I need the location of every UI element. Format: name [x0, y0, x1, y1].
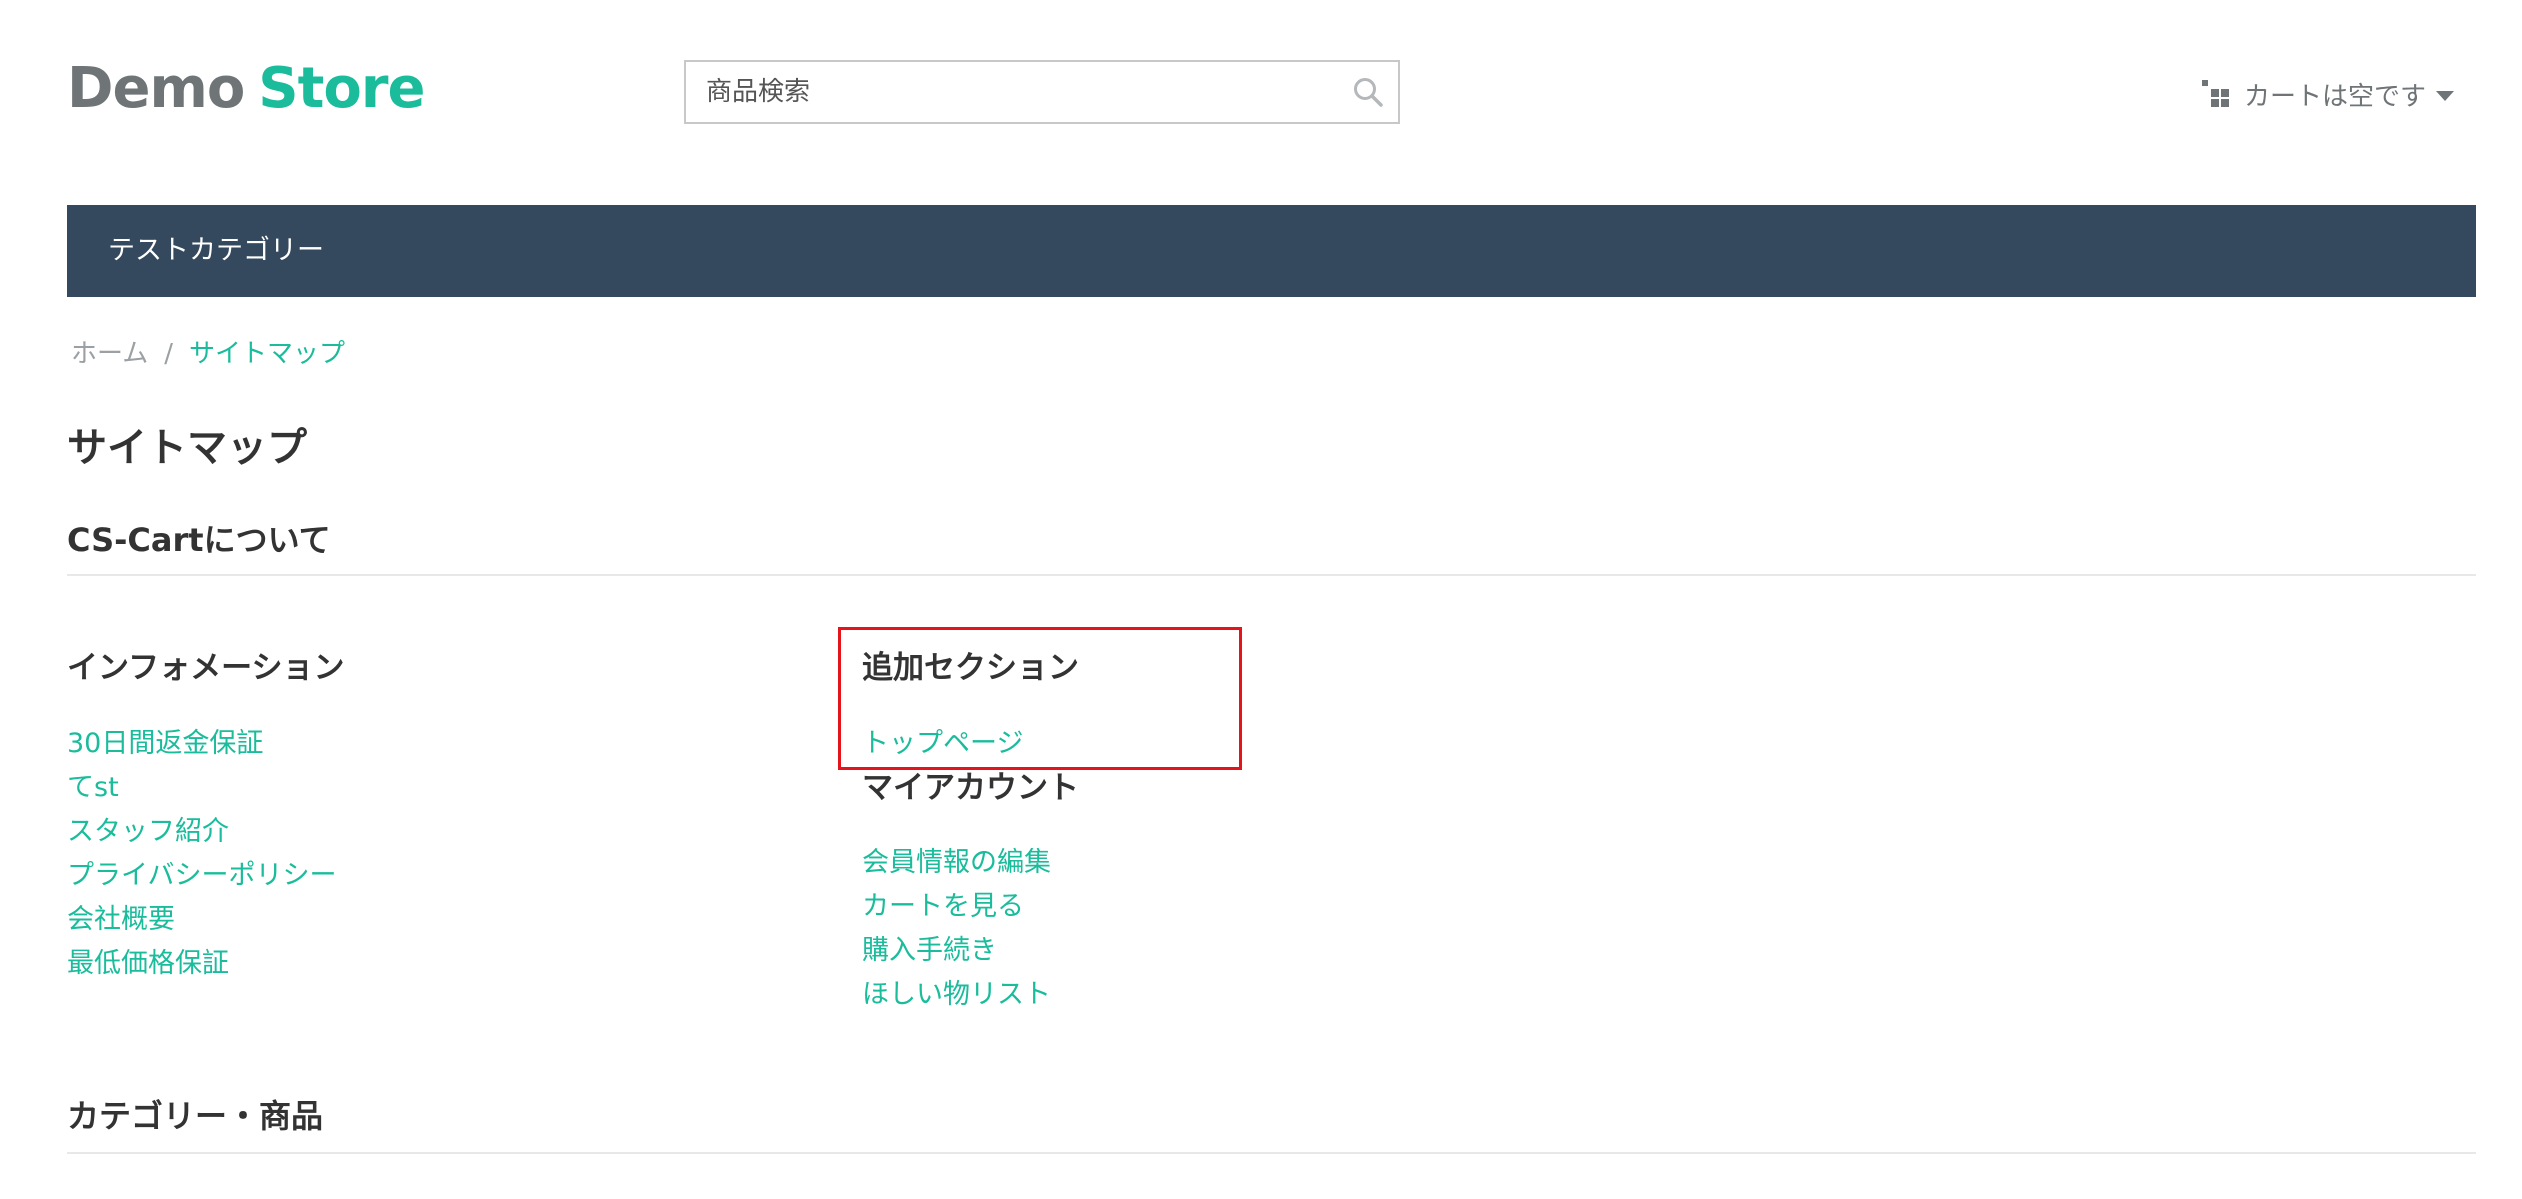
highlight-box	[838, 627, 1242, 770]
search-box	[684, 60, 1400, 124]
search-icon[interactable]	[1352, 76, 1384, 108]
sitemap-page: DemoStore カートは空です テストカテゴリー ホーム / サイトマップ サイ…	[0, 0, 2522, 1199]
cart-label: カートは空です	[2243, 81, 2426, 112]
section-heading-about: CS-Cartについて	[67, 521, 331, 559]
cart-dropdown[interactable]: カートは空です	[2201, 76, 2454, 112]
list-item: カートを見る	[862, 885, 1051, 929]
store-logo[interactable]: Demo Store	[67, 54, 425, 124]
link-edit-profile[interactable]: 会員情報の編集	[862, 847, 1051, 878]
section-heading-categories: カテゴリー・商品	[67, 1097, 324, 1135]
list-item: スタッフ紹介	[67, 810, 336, 854]
link-wishlist[interactable]: ほしい物リスト	[862, 979, 1051, 1010]
my-account-link-list: 会員情報の編集 カートを見る 購入手続き ほしい物リスト	[862, 841, 1051, 1017]
list-item: てst	[67, 766, 336, 810]
search-input[interactable]	[686, 62, 1326, 122]
list-item: プライバシーポリシー	[67, 854, 336, 898]
link-privacy[interactable]: プライバシーポリシー	[67, 860, 336, 891]
cart-grid-icon	[2201, 80, 2229, 107]
logo-word-store: Store	[258, 56, 425, 121]
information-link-list: 30日間返金保証 てst スタッフ紹介 プライバシーポリシー 会社概要 最低価格…	[67, 722, 336, 986]
breadcrumb: ホーム / サイトマップ	[71, 336, 345, 372]
list-item: 30日間返金保証	[67, 722, 336, 766]
menu-item-test-category[interactable]: テストカテゴリー	[108, 205, 324, 297]
section-divider-categories	[67, 1152, 2476, 1154]
list-item: 購入手続き	[862, 929, 1051, 973]
link-staff[interactable]: スタッフ紹介	[67, 816, 229, 847]
link-lowest-price[interactable]: 最低価格保証	[67, 948, 229, 979]
list-item: 会社概要	[67, 898, 336, 942]
section-divider-about	[67, 574, 2476, 576]
link-test[interactable]: てst	[67, 772, 119, 803]
breadcrumb-current: サイトマップ	[189, 339, 346, 369]
page-title: サイトマップ	[67, 425, 307, 471]
logo-word-demo: Demo	[67, 56, 245, 121]
list-item: 最低価格保証	[67, 942, 336, 986]
my-account-heading: マイアカウント	[862, 770, 1079, 806]
top-menu: テストカテゴリー	[67, 205, 2476, 297]
list-item: 会員情報の編集	[862, 841, 1051, 885]
caret-down-icon	[2436, 90, 2454, 101]
breadcrumb-separator: /	[164, 339, 173, 369]
information-heading: インフォメーション	[67, 650, 345, 686]
link-company[interactable]: 会社概要	[67, 904, 175, 935]
list-item: ほしい物リスト	[862, 973, 1051, 1017]
link-view-cart[interactable]: カートを見る	[862, 891, 1024, 922]
breadcrumb-home-link[interactable]: ホーム	[71, 339, 148, 369]
link-checkout[interactable]: 購入手続き	[862, 935, 997, 966]
link-money-back[interactable]: 30日間返金保証	[67, 728, 263, 759]
